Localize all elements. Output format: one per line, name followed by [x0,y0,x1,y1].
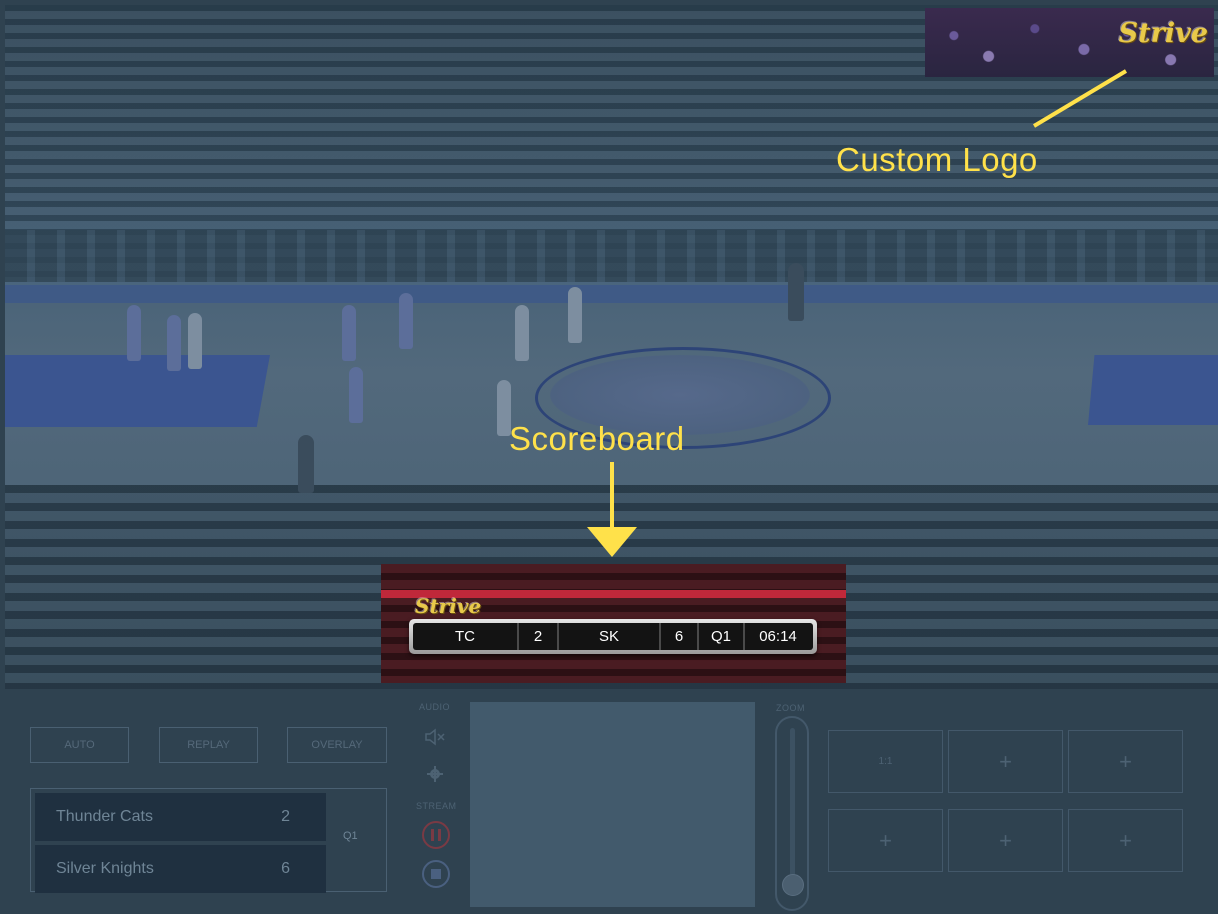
add-preset-button[interactable]: + [1068,809,1183,872]
add-preset-button[interactable]: + [1068,730,1183,793]
team-row-1[interactable]: Thunder Cats 2 [35,793,326,841]
scoreboard-preview: Strive TC 2 SK 6 Q1 06:14 [381,564,846,683]
scoreboard-score1: 2 [519,623,559,650]
score-table: Thunder Cats 2 Silver Knights 6 [30,788,387,893]
scoreboard-brand-logo: Strive [415,594,482,618]
auto-button[interactable]: AUTO [30,727,129,763]
custom-logo-annotation: Custom Logo [836,141,1038,178]
add-preset-button[interactable]: + [948,730,1063,793]
zoom-track [790,728,795,888]
team-score[interactable]: 6 [281,860,290,878]
gear-icon[interactable] [427,766,443,782]
add-preset-button[interactable]: + [948,809,1063,872]
custom-logo-pointer-line [1032,69,1128,128]
team-score[interactable]: 2 [281,808,290,826]
scoreboard-team2: SK [559,623,661,650]
scoreboard-bar: TC 2 SK 6 Q1 06:14 [409,619,817,654]
audio-label: AUDIO [419,702,451,712]
zoom-knob[interactable] [782,874,804,896]
preset-slot[interactable]: 1:1 [828,730,943,793]
scoreboard-annotation: Scoreboard [509,420,685,457]
quarter-selector[interactable]: Q1 [343,830,358,842]
team-name: Thunder Cats [56,808,153,825]
scoreboard-arrow-head [587,527,637,557]
pause-icon[interactable] [421,820,451,850]
scoreboard-period: Q1 [699,623,745,650]
scoreboard-clock: 06:14 [759,628,797,645]
zoom-label: ZOOM [776,703,805,713]
stop-icon[interactable] [421,859,451,889]
team-name: Silver Knights [56,860,154,877]
team-row-2[interactable]: Silver Knights 6 [35,845,326,893]
zoom-slider[interactable] [775,716,809,911]
add-preset-button[interactable]: + [828,809,943,872]
scoreboard-score2: 6 [661,623,699,650]
speaker-muted-icon[interactable] [424,728,446,746]
replay-button[interactable]: REPLAY [159,727,258,763]
scoreboard-inner: TC 2 SK 6 Q1 06:14 [413,623,813,650]
preview-monitor [470,702,755,907]
scoreboard-team1: TC [413,623,519,650]
stream-label: STREAM [416,801,457,811]
overlay-button[interactable]: OVERLAY [287,727,387,763]
control-panel: AUTO REPLAY OVERLAY Thunder Cats 2 Silve… [0,689,1218,914]
